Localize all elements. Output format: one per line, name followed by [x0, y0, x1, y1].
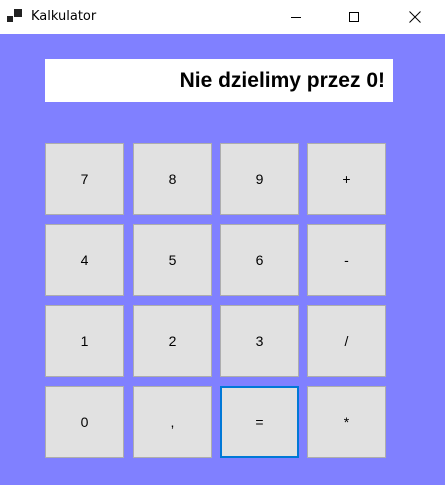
key-minus[interactable]: -	[307, 224, 386, 296]
key-1[interactable]: 1	[45, 305, 124, 377]
key-6[interactable]: 6	[220, 224, 299, 296]
key-7[interactable]: 7	[45, 143, 124, 215]
maximize-icon	[349, 12, 359, 22]
key-plus[interactable]: +	[307, 143, 386, 215]
close-button[interactable]	[392, 0, 438, 34]
minimize-button[interactable]	[273, 0, 319, 34]
key-0[interactable]: 0	[45, 386, 124, 458]
result-display: Nie dzielimy przez 0!	[45, 59, 393, 102]
key-2[interactable]: 2	[133, 305, 212, 377]
key-8[interactable]: 8	[133, 143, 212, 215]
minimize-icon	[291, 16, 301, 18]
key-3[interactable]: 3	[220, 305, 299, 377]
title-bar[interactable]: Kalkulator	[0, 0, 445, 34]
key-equals[interactable]: =	[220, 386, 299, 458]
maximize-button[interactable]	[331, 0, 377, 34]
close-icon	[409, 11, 421, 23]
key-divide[interactable]: /	[307, 305, 386, 377]
key-multiply[interactable]: *	[307, 386, 386, 458]
key-comma[interactable]: ,	[133, 386, 212, 458]
key-4[interactable]: 4	[45, 224, 124, 296]
window-title: Kalkulator	[31, 9, 97, 24]
app-window-icon	[7, 9, 23, 23]
key-9[interactable]: 9	[220, 143, 299, 215]
key-5[interactable]: 5	[133, 224, 212, 296]
calculator-panel: Nie dzielimy przez 0! 7 8 9 + 4 5 6 - 1 …	[0, 34, 445, 485]
